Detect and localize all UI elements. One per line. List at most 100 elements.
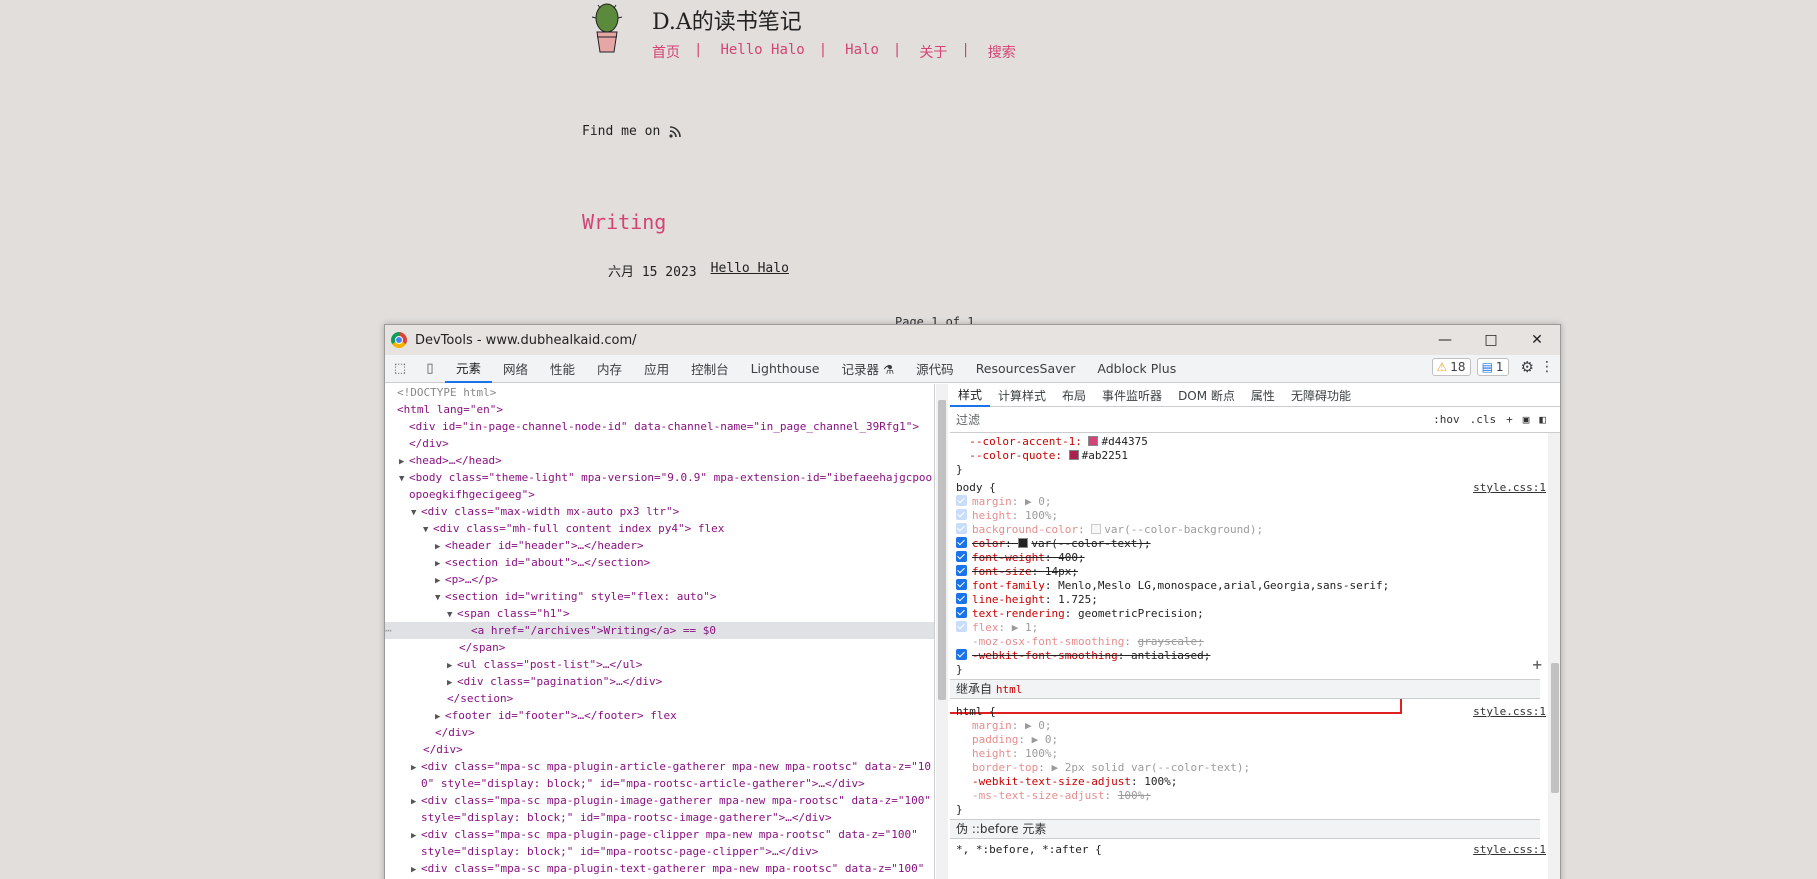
sidebar-toggle-icon[interactable]: ◧ [1539, 413, 1546, 426]
dom-line[interactable]: ▶ <ul class="post-list">…</ul> [385, 656, 934, 673]
dom-line[interactable]: 0" style="display: block;" id="mpa-roots… [385, 775, 934, 792]
hov-toggle[interactable]: :hov [1433, 413, 1460, 426]
warnings-badge[interactable]: ⚠ 18 [1431, 358, 1471, 376]
cls-toggle[interactable]: .cls [1470, 413, 1497, 426]
rss-icon[interactable] [668, 125, 682, 139]
styles-scrollbar[interactable] [1548, 433, 1560, 879]
tab-memory[interactable]: 内存 [586, 355, 633, 383]
tab-console[interactable]: 控制台 [680, 355, 740, 383]
dom-line[interactable]: ▶ <div class="mpa-sc mpa-plugin-page-clip… [385, 826, 934, 843]
body-selector[interactable]: body { [956, 481, 996, 495]
tab-accessibility[interactable]: 无障碍功能 [1283, 384, 1359, 407]
dom-line[interactable]: </div> [385, 724, 934, 741]
dom-line[interactable]: ▼ <div class="mh-full content index py4">… [385, 520, 934, 537]
tab-event-listeners[interactable]: 事件监听器 [1094, 384, 1170, 407]
paint-icon[interactable]: ▣ [1523, 413, 1530, 426]
dom-line[interactable]: <!DOCTYPE html> [385, 384, 934, 401]
html-prop-ms-text-size-adjust[interactable]: -ms-text-size-adjust: 100%; [956, 789, 1151, 803]
prop-font-size[interactable]: font-size: 14px; [956, 565, 1078, 579]
dom-line[interactable]: </section> [385, 690, 934, 707]
tab-network[interactable]: 网络 [492, 355, 539, 383]
dom-line[interactable]: ▼ <section id="writing" style="flex: auto… [385, 588, 934, 605]
nav-about[interactable]: 关于 [919, 42, 947, 62]
settings-gear-icon[interactable]: ⚙ [1521, 358, 1534, 376]
tab-recorder[interactable]: 记录器 ⚗ [830, 355, 905, 383]
dom-line[interactable]: style="display: block;" id="mpa-rootsc-p… [385, 843, 934, 860]
html-selector[interactable]: html { [956, 705, 996, 719]
prop-moz-osx-font-smoothing[interactable]: -moz-osx-font-smoothing: grayscale; [956, 635, 1204, 649]
nav-hello-halo[interactable]: Hello Halo [720, 42, 804, 62]
dom-line[interactable]: ▼ <span class="h1"> [385, 605, 934, 622]
pseudo-selector[interactable]: *, *:before, *:after { [956, 843, 1102, 857]
dom-line[interactable]: ▼ <div class="max-width mx-auto px3 ltr"> [385, 503, 934, 520]
filter-input[interactable]: 过滤 [956, 411, 980, 428]
dom-line[interactable]: </div> [385, 435, 934, 452]
tab-adblock-plus[interactable]: Adblock Plus [1086, 355, 1187, 383]
elements-tree[interactable]: <!DOCTYPE html> <html lang="en"> <div id… [385, 384, 935, 879]
add-property-icon[interactable]: + [1532, 655, 1542, 674]
dom-line[interactable]: ▶ <div class="mpa-sc mpa-plugin-image-gat… [385, 792, 934, 809]
html-prop-padding[interactable]: padding: ▶ 0; [956, 733, 1058, 747]
inspect-element-icon[interactable]: ⬚ [385, 361, 415, 376]
close-icon[interactable]: ✕ [1514, 325, 1560, 355]
messages-badge[interactable]: ▤ 1 [1476, 358, 1509, 376]
writing-heading[interactable]: Writing [582, 210, 666, 234]
new-rule-icon[interactable]: + [1506, 413, 1513, 426]
tab-application[interactable]: 应用 [633, 355, 680, 383]
device-toggle-icon[interactable]: ▯ [415, 361, 445, 376]
prop-font-weight[interactable]: font-weight: 400; [956, 551, 1085, 565]
nav-halo[interactable]: Halo [845, 42, 879, 62]
body-rule-source[interactable]: style.css:1 [1473, 481, 1546, 494]
dom-line[interactable]: ▶ <div class="mpa-sc mpa-plugin-text-gath… [385, 860, 934, 877]
tab-styles[interactable]: 样式 [950, 384, 991, 407]
dom-line[interactable]: </div> [385, 741, 934, 758]
var-accent-1[interactable]: --color-accent-1: #d44375 [956, 435, 1148, 449]
dom-line[interactable]: ▼ <body class="theme-light" mpa-version="… [385, 469, 934, 486]
html-prop-webkit-text-size-adjust[interactable]: -webkit-text-size-adjust: 100%; [956, 775, 1177, 789]
nav-search[interactable]: 搜索 [988, 42, 1016, 62]
prop-text-rendering[interactable]: text-rendering: geometricPrecision; [956, 607, 1204, 621]
tab-dom-breakpoints[interactable]: DOM 断点 [1170, 384, 1243, 407]
tab-lighthouse[interactable]: Lighthouse [740, 355, 831, 383]
devtools-titlebar[interactable]: DevTools - www.dubhealkaid.com/ — □ ✕ [385, 325, 1560, 355]
dom-line[interactable]: style="display: block;" id="mpa-rootsc-i… [385, 809, 934, 826]
dom-line-selected[interactable]: ⋯ <a href="/archives">Writing</a> == $0 [385, 622, 934, 639]
prop-line-height[interactable]: line-height: 1.725; [956, 593, 1098, 607]
dom-line[interactable]: ▶ <p>…</p> [385, 571, 934, 588]
dom-line[interactable]: ▶ <header id="header">…</header> [385, 537, 934, 554]
dom-line[interactable]: ▶ <head>…</head> [385, 452, 934, 469]
html-prop-margin[interactable]: margin: ▶ 0; [956, 719, 1052, 733]
tab-elements[interactable]: 元素 [445, 355, 493, 383]
tab-performance[interactable]: 性能 [539, 355, 586, 383]
prop-webkit-font-smoothing[interactable]: -webkit-font-smoothing: antialiased; [956, 649, 1210, 663]
post-link[interactable]: Hello Halo [711, 261, 789, 280]
dom-line[interactable]: <html lang="en"> [385, 401, 934, 418]
prop-font-family[interactable]: font-family: Menlo,Meslo LG,monospace,ar… [956, 579, 1389, 593]
pseudo-rule-source[interactable]: style.css:1 [1473, 843, 1546, 856]
color-swatch[interactable] [1068, 450, 1079, 460]
dom-line[interactable]: ▶ <section id="about">…</section> [385, 554, 934, 571]
minimize-icon[interactable]: — [1422, 325, 1468, 355]
tab-properties[interactable]: 属性 [1243, 384, 1283, 407]
html-rule-source[interactable]: style.css:1 [1473, 705, 1546, 718]
color-swatch[interactable] [1088, 436, 1099, 446]
tab-computed[interactable]: 计算样式 [990, 384, 1054, 407]
var-quote[interactable]: --color-quote: #ab2251 [956, 449, 1128, 463]
more-options-icon[interactable]: ⋮ [1540, 359, 1554, 375]
prop-height[interactable]: height: 100%; [956, 509, 1058, 523]
elements-scrollbar[interactable] [936, 384, 948, 879]
tab-resourcessaver[interactable]: ResourcesSaver [965, 355, 1087, 383]
site-title[interactable]: D.A的读书笔记 [652, 4, 802, 36]
tab-sources[interactable]: 源代码 [905, 355, 965, 383]
dom-line[interactable]: ▶ <div class="pagination">…</div> [385, 673, 934, 690]
prop-background-color[interactable]: background-color: var(--color-background… [956, 523, 1263, 537]
dom-line[interactable]: opoegkifhgecigeeg"> [385, 486, 934, 503]
dom-line[interactable]: <div id="in-page-channel-node-id" data-c… [385, 418, 934, 435]
prop-color[interactable]: color: var(--color-text); [956, 537, 1151, 551]
dom-line[interactable]: ▶ <footer id="footer">…</footer> flex [385, 707, 934, 724]
html-prop-height[interactable]: height: 100%; [956, 747, 1058, 761]
html-prop-border-top[interactable]: border-top: ▶ 2px solid var(--color-text… [956, 761, 1250, 775]
nav-home[interactable]: 首页 [652, 42, 680, 62]
prop-margin[interactable]: margin: ▶ 0; [956, 495, 1052, 509]
cactus-logo-icon[interactable] [590, 2, 624, 54]
